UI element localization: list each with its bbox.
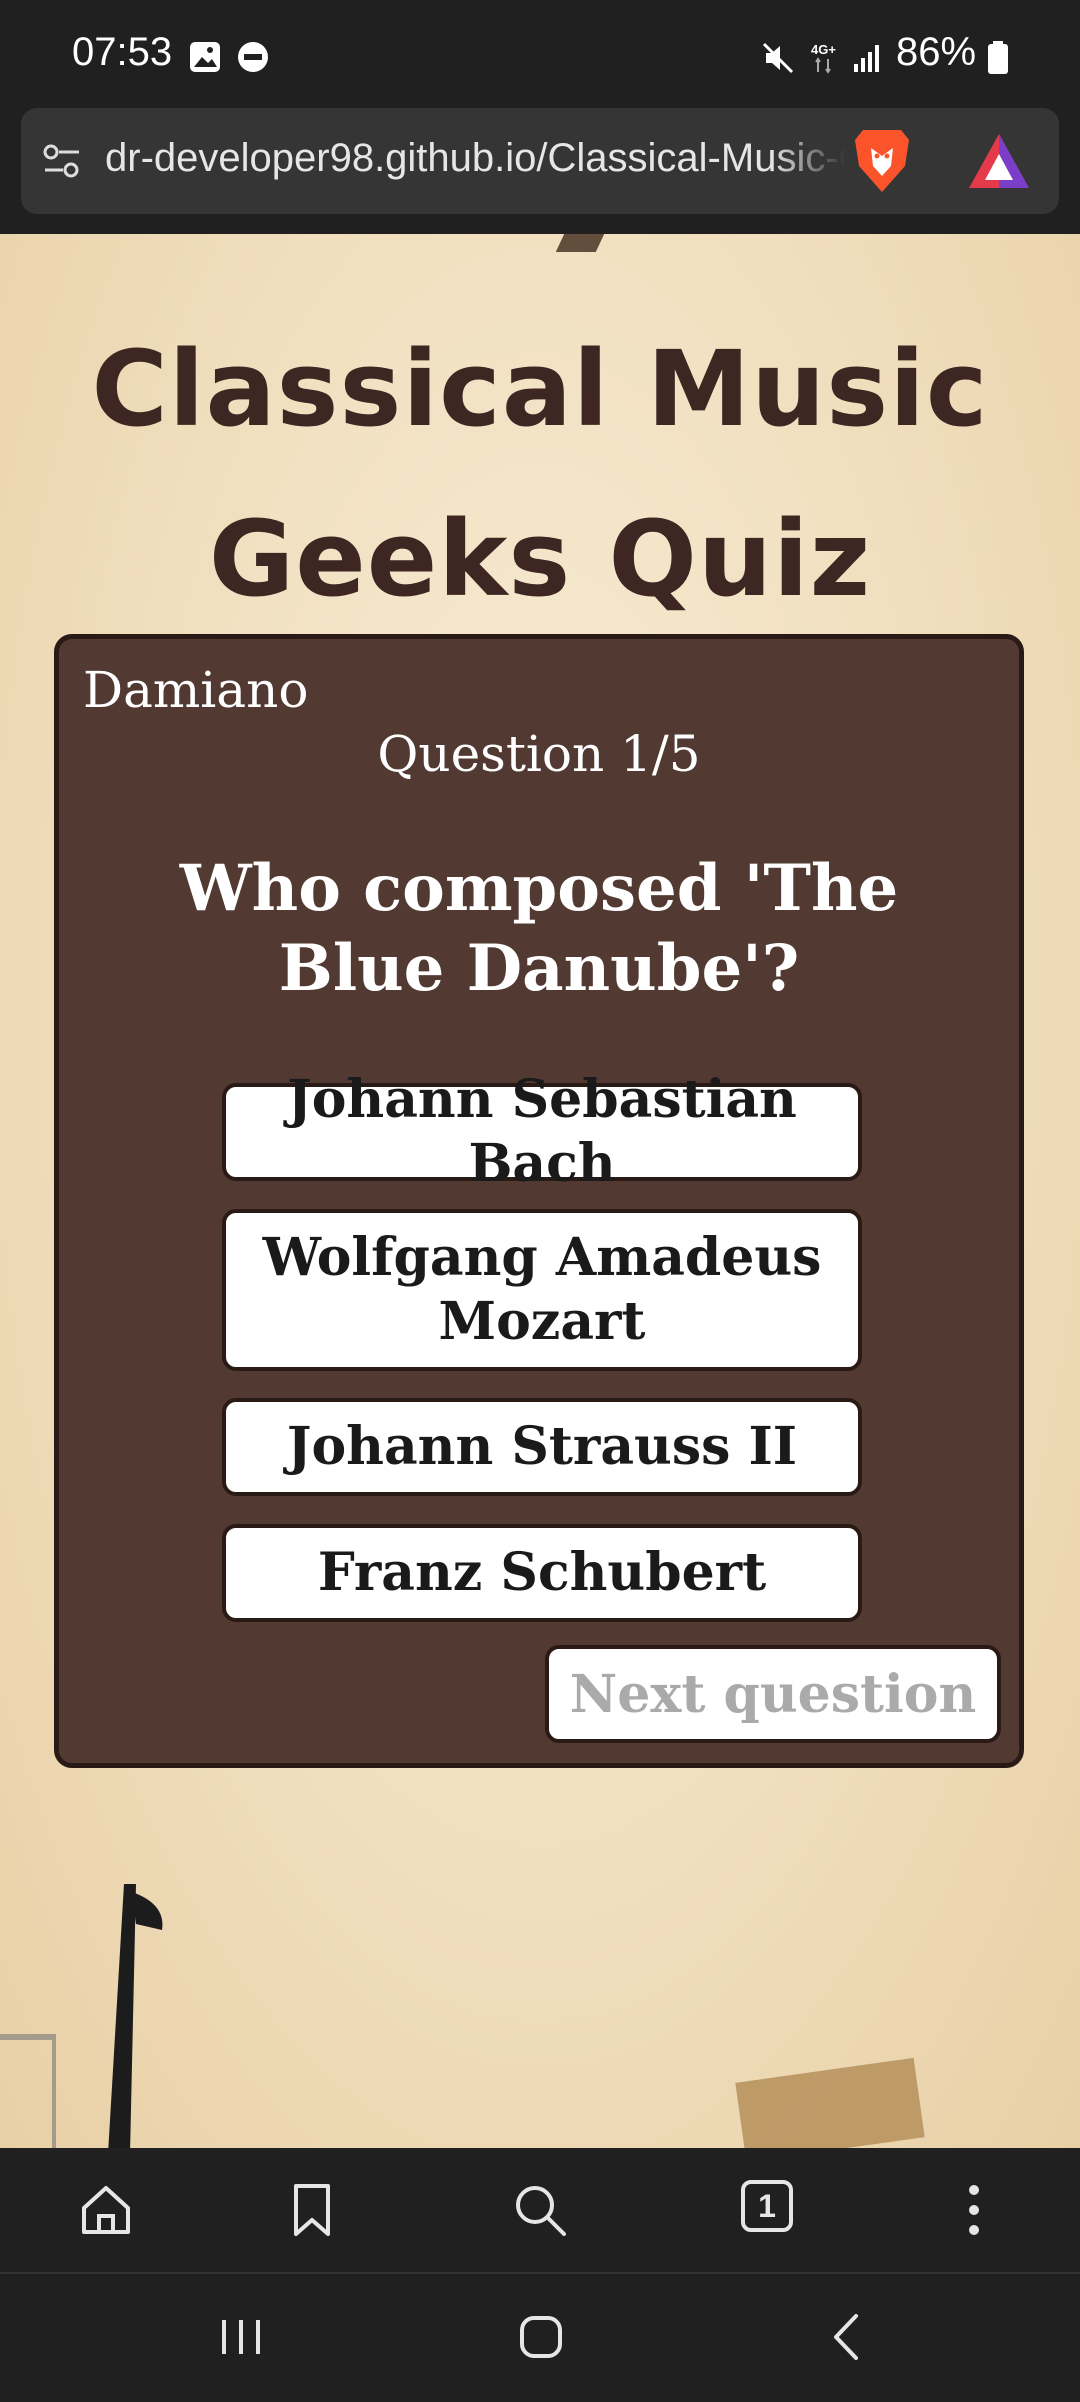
home-icon[interactable] <box>76 2180 136 2240</box>
status-bar: 07:53 4G+ 86% <box>0 0 1080 108</box>
battery-percentage: 86% <box>896 30 977 74</box>
site-settings-icon[interactable] <box>41 140 83 182</box>
battery-icon <box>988 41 1008 74</box>
brave-shields-icon[interactable] <box>851 126 913 196</box>
svg-text:4G+: 4G+ <box>811 42 836 57</box>
gallery-notification-icon <box>190 42 220 72</box>
brave-rewards-icon[interactable] <box>967 132 1031 190</box>
question-counter: Question 1/5 <box>377 725 701 783</box>
back-icon[interactable] <box>826 2312 866 2362</box>
network-4g-icon: 4G+ <box>811 42 836 74</box>
username-label: Damiano <box>83 661 309 719</box>
browser-toolbar <box>0 2148 1080 2272</box>
address-bar[interactable]: dr-developer98.github.io/Classical-Music… <box>21 108 1059 214</box>
page-title: Classical Music Geeks Quiz <box>91 328 989 620</box>
search-icon[interactable] <box>510 2180 570 2240</box>
answer-button-4[interactable]: Franz Schubert <box>222 1524 862 1622</box>
question-text: Who composed 'The Blue Danube'? <box>179 851 899 1006</box>
url-text[interactable]: dr-developer98.github.io/Classical-Music… <box>105 136 845 186</box>
tabs-button[interactable]: 1 <box>741 2180 793 2232</box>
recent-apps-icon[interactable] <box>216 2314 266 2360</box>
menu-dots-icon[interactable] <box>944 2180 1004 2240</box>
music-note-decoration <box>555 234 605 252</box>
home-nav-icon[interactable] <box>518 2314 564 2360</box>
answer-button-2[interactable]: Wolfgang Amadeus Mozart <box>222 1209 862 1371</box>
stand-decoration <box>0 2034 56 2148</box>
answer-button-3[interactable]: Johann Strauss II <box>222 1398 862 1496</box>
quiz-card: Damiano Question 1/5 Who composed 'The B… <box>54 634 1024 1768</box>
next-question-button[interactable]: Next question <box>545 1645 1001 1743</box>
page-viewport: Classical Music Geeks Quiz Damiano Quest… <box>0 234 1080 2148</box>
bookmark-icon[interactable] <box>282 2180 342 2240</box>
do-not-disturb-icon <box>238 42 268 72</box>
status-time: 07:53 <box>72 30 173 74</box>
mute-icon <box>762 42 794 74</box>
answer-button-1[interactable]: Johann Sebastian Bach <box>222 1069 862 1194</box>
system-navigation-bar <box>0 2272 1080 2402</box>
music-note-decoration-bottom <box>108 1884 163 2148</box>
signal-icon <box>854 45 879 72</box>
wood-block-decoration <box>735 2057 925 2148</box>
